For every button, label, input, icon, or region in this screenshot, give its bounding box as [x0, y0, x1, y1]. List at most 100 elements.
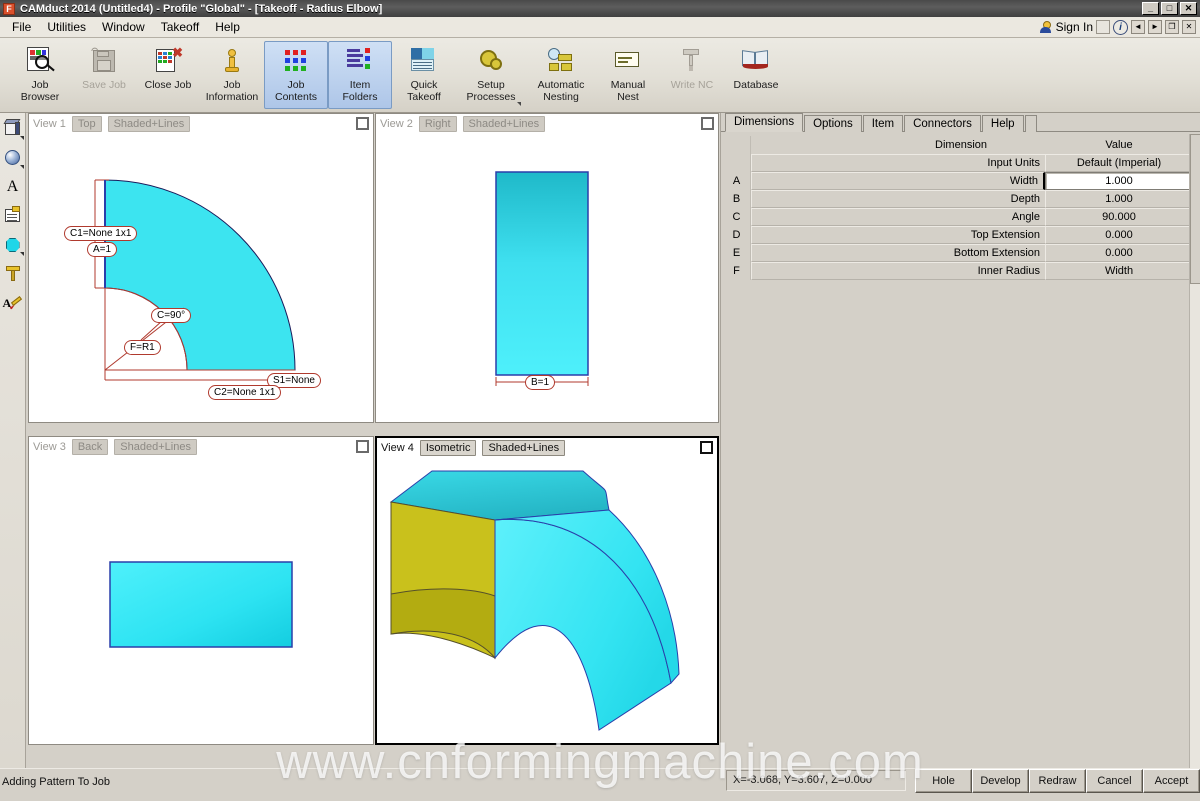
- hole-button[interactable]: Hole: [915, 769, 972, 793]
- row-code: C: [723, 208, 751, 226]
- table-row[interactable]: Input Units Default (Imperial): [723, 154, 1193, 172]
- toolbar-button-save-job[interactable]: ↷ Save Job: [72, 41, 136, 109]
- sign-in-label: Sign In: [1056, 20, 1093, 34]
- viewport-orientation-chip[interactable]: Isometric: [420, 440, 477, 456]
- toolbar-button-manual-nest[interactable]: Manual Nest: [596, 41, 660, 109]
- chevron-down-icon[interactable]: [20, 252, 24, 256]
- toolbar-label-line1: Job: [288, 79, 305, 91]
- row-value[interactable]: 0.000: [1045, 226, 1193, 244]
- toolbar-button-item-folders[interactable]: Item Folders: [328, 41, 392, 109]
- viewport-shading-chip[interactable]: Shaded+Lines: [108, 116, 191, 132]
- row-value[interactable]: 90.000: [1045, 208, 1193, 226]
- row-value[interactable]: 1.000: [1045, 190, 1193, 208]
- menu-bar-right: Sign In i ◄ ► ❐ ✕: [1039, 20, 1200, 35]
- chevron-down-icon[interactable]: [20, 136, 24, 140]
- toolbar-button-job-browser[interactable]: Job Browser: [8, 41, 72, 109]
- chevron-down-icon[interactable]: [20, 165, 24, 169]
- viewport-canvas[interactable]: B=1: [376, 134, 718, 422]
- tab-options[interactable]: Options: [804, 115, 862, 132]
- tab-dimensions[interactable]: Dimensions: [725, 113, 803, 132]
- viewport-shading-chip[interactable]: Shaded+Lines: [482, 440, 565, 456]
- table-row[interactable]: D Top Extension 0.000: [723, 226, 1193, 244]
- toolbar-button-setup-processes[interactable]: Setup Processes: [456, 41, 526, 109]
- viewport-maximize-icon[interactable]: [356, 440, 369, 453]
- viewport-maximize-icon[interactable]: [356, 117, 369, 130]
- viewport-view-2[interactable]: View 2 Right Shaded+Lines: [375, 113, 719, 423]
- window-titlebar: F CAMduct 2014 (Untitled4) - Profile "Gl…: [0, 0, 1200, 17]
- viewport-label: View 1: [33, 118, 66, 130]
- table-row[interactable]: B Depth 1.000: [723, 190, 1193, 208]
- viewport-label: View 4: [381, 442, 414, 454]
- row-value[interactable]: Default (Imperial): [1045, 154, 1193, 172]
- construction-tool[interactable]: [3, 264, 23, 284]
- viewport-maximize-icon[interactable]: [700, 441, 713, 454]
- cancel-button[interactable]: Cancel: [1086, 769, 1143, 793]
- markup-tool[interactable]: A ✓: [3, 293, 23, 313]
- toolbar-button-write-nc[interactable]: Write NC: [660, 41, 724, 109]
- render-sphere-tool[interactable]: [3, 148, 23, 168]
- tab-help[interactable]: Help: [982, 115, 1024, 132]
- toolbar-label-line2: Processes: [466, 91, 515, 103]
- mdi-prev-button[interactable]: ◄: [1131, 20, 1145, 34]
- viewport-maximize-icon[interactable]: [701, 117, 714, 130]
- column-header-dimension: Dimension: [751, 136, 1045, 154]
- mdi-restore-button[interactable]: ❐: [1165, 20, 1179, 34]
- viewport-view-1[interactable]: View 1 Top Shaded+Lines: [28, 113, 374, 423]
- viewport-orientation-chip[interactable]: Top: [72, 116, 102, 132]
- toolbar-label-line1: Manual: [611, 79, 645, 91]
- toolbar-label-line1: Setup: [477, 79, 504, 91]
- text-tool[interactable]: A: [3, 177, 23, 197]
- toolbar-label-line2: Contents: [275, 91, 317, 103]
- callout-b: B=1: [525, 375, 555, 390]
- menu-item-window[interactable]: Window: [94, 18, 153, 36]
- toolbar-button-quick-takeoff[interactable]: Quick Takeoff: [392, 41, 456, 109]
- tab-connectors[interactable]: Connectors: [904, 115, 981, 132]
- table-row[interactable]: A Width 1.000: [723, 172, 1193, 190]
- property-panel-scrollbar[interactable]: [1189, 134, 1200, 768]
- viewport-orientation-chip[interactable]: Back: [72, 439, 108, 455]
- column-header-value: Value: [1045, 136, 1193, 154]
- table-row[interactable]: F Inner Radius Width: [723, 262, 1193, 280]
- viewport-orientation-chip[interactable]: Right: [419, 116, 457, 132]
- view-cube-tool[interactable]: [3, 119, 23, 139]
- maximize-button[interactable]: □: [1161, 2, 1178, 15]
- viewport-canvas[interactable]: [377, 458, 717, 743]
- viewport-view-3[interactable]: View 3 Back Shaded+Lines: [28, 436, 374, 745]
- annotation-note-tool[interactable]: [3, 206, 23, 226]
- viewport-view-4[interactable]: View 4 Isometric Shaded+Lines: [375, 436, 719, 745]
- scrollbar-thumb[interactable]: [1190, 134, 1200, 284]
- dimensions-table: Dimension Value Input Units Default (Imp…: [721, 134, 1193, 280]
- row-value[interactable]: Width: [1045, 262, 1193, 280]
- accept-button[interactable]: Accept: [1143, 769, 1200, 793]
- chevron-down-icon[interactable]: [517, 102, 521, 106]
- viewport-shading-chip[interactable]: Shaded+Lines: [463, 116, 546, 132]
- toolbar-button-database[interactable]: Database: [724, 41, 788, 109]
- table-row[interactable]: E Bottom Extension 0.000: [723, 244, 1193, 262]
- shape-tool[interactable]: [3, 235, 23, 255]
- row-value-width-input[interactable]: 1.000: [1045, 172, 1193, 190]
- menu-item-file[interactable]: File: [4, 18, 39, 36]
- menu-item-help[interactable]: Help: [207, 18, 248, 36]
- viewport-canvas[interactable]: C1=None 1x1 A=1 C=90° F=R1 S1=None C2=No…: [29, 134, 373, 422]
- redraw-button[interactable]: Redraw: [1029, 769, 1086, 793]
- viewport-shading-chip[interactable]: Shaded+Lines: [114, 439, 197, 455]
- develop-button[interactable]: Develop: [972, 769, 1029, 793]
- sign-in-button[interactable]: Sign In: [1039, 20, 1093, 34]
- user-icon: [1039, 21, 1052, 34]
- toolbar-button-automatic-nesting[interactable]: Automatic Nesting: [526, 41, 596, 109]
- viewport-grid: View 1 Top Shaded+Lines: [26, 113, 720, 768]
- minimize-button[interactable]: _: [1142, 2, 1159, 15]
- menu-item-utilities[interactable]: Utilities: [39, 18, 94, 36]
- mdi-next-button[interactable]: ►: [1148, 20, 1162, 34]
- mdi-close-button[interactable]: ✕: [1182, 20, 1196, 34]
- menu-item-takeoff[interactable]: Takeoff: [153, 18, 207, 36]
- toolbar-button-close-job[interactable]: ✖ Close Job: [136, 41, 200, 109]
- close-button[interactable]: ✕: [1180, 2, 1197, 15]
- info-icon[interactable]: i: [1113, 20, 1128, 35]
- viewport-canvas[interactable]: [29, 457, 373, 744]
- toolbar-button-job-information[interactable]: Job Information: [200, 41, 264, 109]
- row-value[interactable]: 0.000: [1045, 244, 1193, 262]
- table-row[interactable]: C Angle 90.000: [723, 208, 1193, 226]
- toolbar-button-job-contents[interactable]: Job Contents: [264, 41, 328, 109]
- tab-item[interactable]: Item: [863, 115, 903, 132]
